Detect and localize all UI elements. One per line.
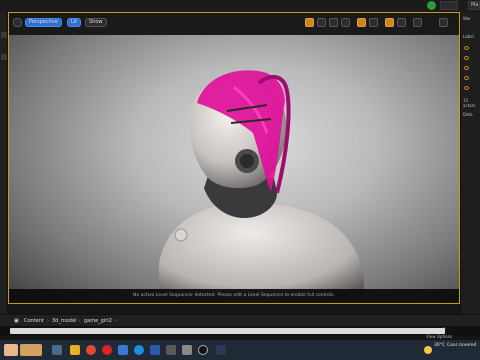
view-options-button[interactable]: View Options xyxy=(426,334,452,339)
desktop-preview-image[interactable] xyxy=(20,344,42,356)
viewport-toolbar: Perspective Lit Show xyxy=(9,13,459,35)
photos-icon[interactable] xyxy=(150,345,160,355)
rail-chevron-icon[interactable] xyxy=(1,32,7,38)
camera-speed-icon[interactable] xyxy=(413,18,422,27)
translate-icon[interactable] xyxy=(317,18,326,27)
rail-panel-icon[interactable] xyxy=(1,54,7,60)
lit-button[interactable]: Lit xyxy=(67,18,82,27)
toolbar-button-2[interactable]: Ma xyxy=(468,1,480,10)
rotation-snap-icon[interactable] xyxy=(385,18,394,27)
visibility-eye-icon[interactable] xyxy=(464,66,469,70)
chevron-right-icon: › xyxy=(78,318,80,324)
folder-icon[interactable]: ▣ xyxy=(14,316,19,326)
chrome-icon[interactable] xyxy=(86,345,96,355)
asset-search-bar: ⌕ xyxy=(0,326,480,336)
show-button[interactable]: Show xyxy=(85,18,107,27)
visibility-eye-icon[interactable] xyxy=(464,46,469,50)
robot-figure xyxy=(159,70,364,303)
windows-taskbar: 30°C Cool covered xyxy=(0,340,480,360)
viewport-menu-icon[interactable] xyxy=(13,18,22,27)
search-input[interactable] xyxy=(10,328,445,334)
grid-snap-icon[interactable] xyxy=(369,18,378,27)
actor-count: 15 actors xyxy=(463,98,476,108)
app-icon[interactable] xyxy=(166,345,176,355)
surface-snap-icon[interactable] xyxy=(357,18,366,27)
scale-snap-icon[interactable] xyxy=(397,18,406,27)
task-view-icon[interactable] xyxy=(52,345,62,355)
chevron-right-icon: › xyxy=(47,318,49,324)
top-strip: Ma xyxy=(0,0,480,12)
rotate-icon[interactable] xyxy=(329,18,338,27)
weather-icon xyxy=(424,346,432,354)
maximize-viewport-icon[interactable] xyxy=(439,18,448,27)
tab-details[interactable]: Deta xyxy=(463,112,479,120)
unreal-engine-icon[interactable] xyxy=(198,345,208,355)
app-icon[interactable] xyxy=(216,345,226,355)
chevron-right-icon: › xyxy=(114,318,116,324)
file-explorer-icon[interactable] xyxy=(70,345,80,355)
scale-icon[interactable] xyxy=(341,18,350,27)
level-viewport[interactable]: Perspective Lit Show No active Level Seq… xyxy=(8,12,460,304)
tab-world-outliner[interactable]: Wor xyxy=(463,16,479,24)
app-icon[interactable] xyxy=(182,345,192,355)
visibility-eye-icon[interactable] xyxy=(464,56,469,60)
status-green-icon[interactable] xyxy=(427,1,436,10)
content-browser-path: ▣ Content › 3d_model › game_girl2 › xyxy=(0,314,480,326)
weather-temp: 30°C xyxy=(434,343,446,348)
sequencer-notice: No active Level Sequencer detected. Plea… xyxy=(9,289,459,303)
breadcrumb-game-girl2[interactable]: game_girl2 xyxy=(84,316,112,326)
perspective-button[interactable]: Perspective xyxy=(25,18,62,27)
column-label: Label xyxy=(463,34,474,39)
left-rail xyxy=(0,12,8,314)
weather-status: Cool covered xyxy=(447,343,477,348)
breadcrumb-content[interactable]: Content xyxy=(24,316,44,326)
edge-icon[interactable] xyxy=(134,345,144,355)
search-icon[interactable]: ⌕ xyxy=(443,324,446,334)
toolbar-button-1[interactable] xyxy=(440,1,458,10)
start-tile-image[interactable] xyxy=(4,344,18,356)
outliner-panel: Wor Label 15 actors Deta xyxy=(460,12,480,314)
store-icon[interactable] xyxy=(118,345,128,355)
breadcrumb-3d-model[interactable]: 3d_model xyxy=(52,316,76,326)
visibility-eye-icon[interactable] xyxy=(464,76,469,80)
select-mode-icon[interactable] xyxy=(305,18,314,27)
opera-icon[interactable] xyxy=(102,345,112,355)
visibility-eye-icon[interactable] xyxy=(464,86,469,90)
